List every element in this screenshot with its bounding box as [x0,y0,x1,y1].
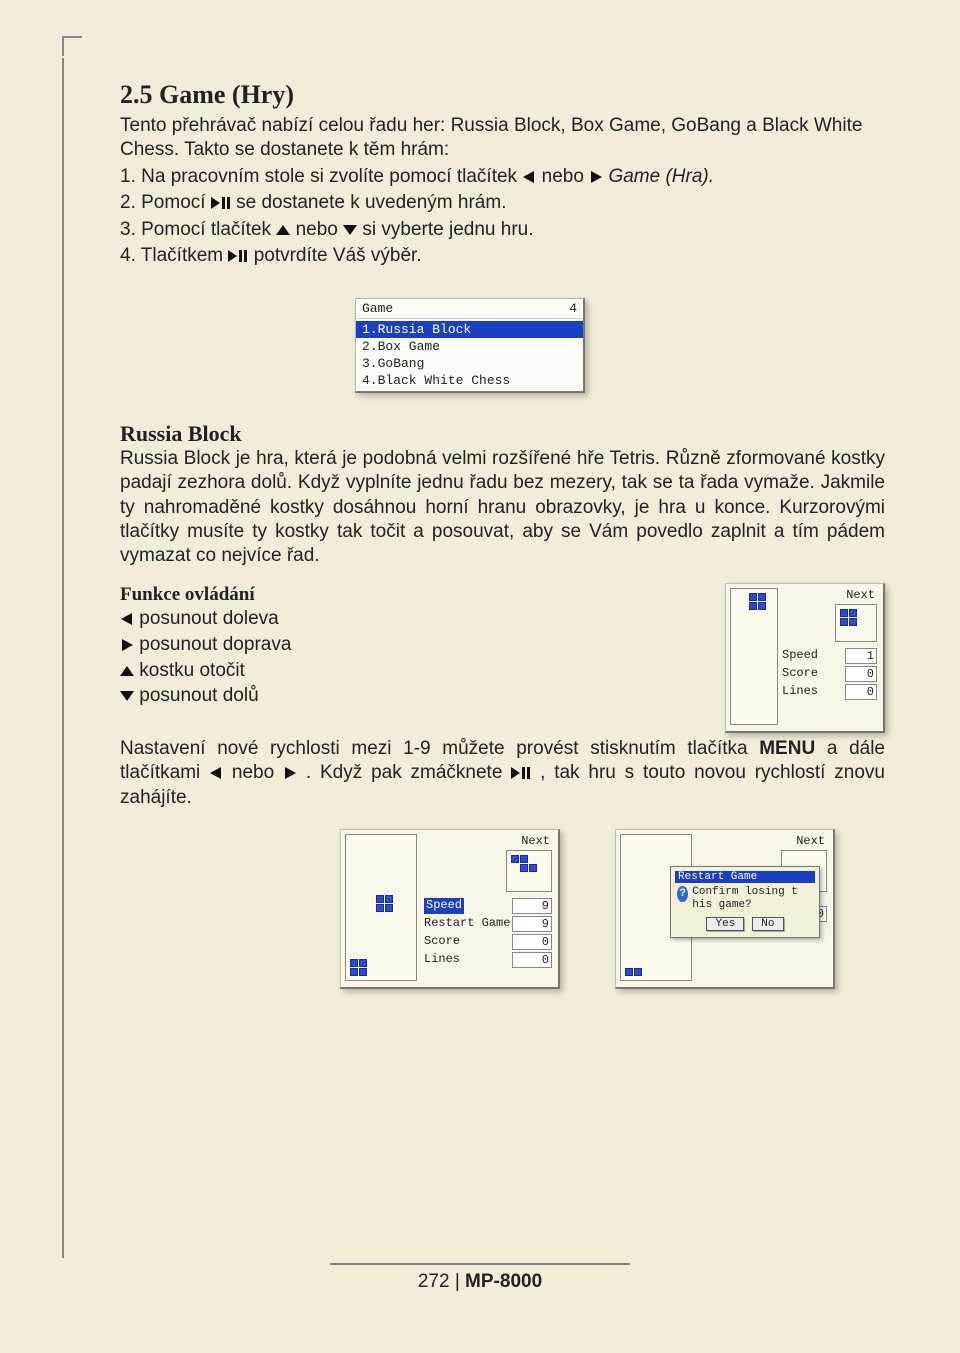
no-button[interactable]: No [752,917,783,931]
tail-a: Nastavení nové rychlosti mezi 1-9 můžete… [120,738,759,759]
page-number: 272 | [418,1271,465,1292]
next-label: Next [699,834,827,848]
score-value: 0 [512,934,552,950]
page-footer: 272 | MP-8000 [0,1263,960,1293]
triangle-left-icon [522,165,536,191]
dialog-title: Restart Game [675,871,815,883]
game-menu-window: Game 4 1.Russia Block 2.Box Game 3.GoBan… [355,298,585,393]
ctrl-down: posunout dolů [139,685,258,706]
step-2-a: 2. Pomocí [120,192,211,213]
ctrl-rotate: kostku otočit [139,660,245,681]
play-pause-icon [211,191,231,217]
game-menu-item-2[interactable]: 2.Box Game [356,338,583,355]
play-pause-icon [228,244,248,270]
menu-speed-val: 9 [512,898,552,914]
triangle-up-icon [120,660,134,685]
page-left-rule [62,58,64,1258]
dialog-message: Confirm losing t his game? [692,886,813,912]
triangle-down-icon [343,218,357,244]
controls-heading: Funkce ovládání [120,584,255,605]
step-1-b: nebo [542,166,590,187]
tetris-preview-c: Next Lines0 Restart Game ? Confirm losin… [615,829,835,989]
lines-label: Lines [424,952,460,968]
game-menu-title: Game [362,301,393,316]
triangle-right-icon [589,165,603,191]
step-3-b: nebo [296,219,344,240]
step-1-a: 1. Na pracovním stole si zvolíte pomocí … [120,166,522,187]
step-3-a: 3. Pomocí tlačítek [120,219,276,240]
yes-button[interactable]: Yes [706,917,744,931]
tetris-preview-b: Next Speed 9 Restart Game9 Score 0 Lines 0 [340,829,560,989]
lines-value: 0 [845,684,877,700]
speed-label: Speed [782,648,818,664]
ctrl-left: posunout doleva [139,608,278,629]
next-box [835,604,877,642]
next-label: Next [782,588,877,602]
section-intro: Tento přehrávač nabízí celou řadu her: R… [120,114,885,162]
game-menu-badge: 4 [569,301,577,316]
game-menu-item-1[interactable]: 1.Russia Block [356,321,583,338]
play-pause-icon [511,762,531,786]
step-4-b: potvrdíte Váš výběr. [254,245,422,266]
triangle-left-icon [209,762,223,786]
step-2-b: se dostanete k uvedeným hrám. [236,192,506,213]
score-label: Score [424,934,460,950]
next-label: Next [424,834,552,848]
model-name: MP-8000 [465,1271,542,1292]
score-label: Score [782,666,818,682]
question-icon: ? [677,886,688,902]
steps-list: 1. Na pracovním stole si zvolíte pomocí … [120,164,885,271]
ctrl-right: posunout doprava [139,634,291,655]
russia-para: Russia Block je hra, která je podobná ve… [120,447,885,569]
lines-label: Lines [782,684,818,700]
score-value: 0 [845,666,877,682]
restart-dialog: Restart Game ? Confirm losing t his game… [670,866,820,938]
tail-c: nebo [232,762,283,783]
triangle-left-icon [120,608,134,633]
lines-value: 0 [512,952,552,968]
menu-speed[interactable]: Speed [424,898,464,914]
page-corner-rule [62,36,82,56]
playfield [345,834,417,981]
tail-menu: MENU [759,738,815,759]
menu-restart[interactable]: Restart Game [424,916,510,932]
tetris-preview-a: Next Speed 1 Score 0 Lines 0 [725,583,885,733]
next-box [506,850,552,892]
section-title: 2.5 Game (Hry) [120,80,885,110]
game-menu-item-4[interactable]: 4.Black White Chess [356,372,583,389]
menu-restart-val: 9 [512,916,552,932]
triangle-down-icon [120,685,134,710]
triangle-up-icon [276,218,290,244]
russia-title: Russia Block [120,421,885,447]
game-menu-item-3[interactable]: 3.GoBang [356,355,583,372]
step-3-c: si vyberte jednu hru. [362,219,533,240]
step-1-c: Game (Hra). [608,166,714,187]
playfield [730,588,778,725]
tail-d: . Když pak zmáčknete [306,762,511,783]
step-4-a: 4. Tlačítkem [120,245,228,266]
triangle-right-icon [283,762,297,786]
speed-value: 1 [845,648,877,664]
triangle-right-icon [120,634,134,659]
